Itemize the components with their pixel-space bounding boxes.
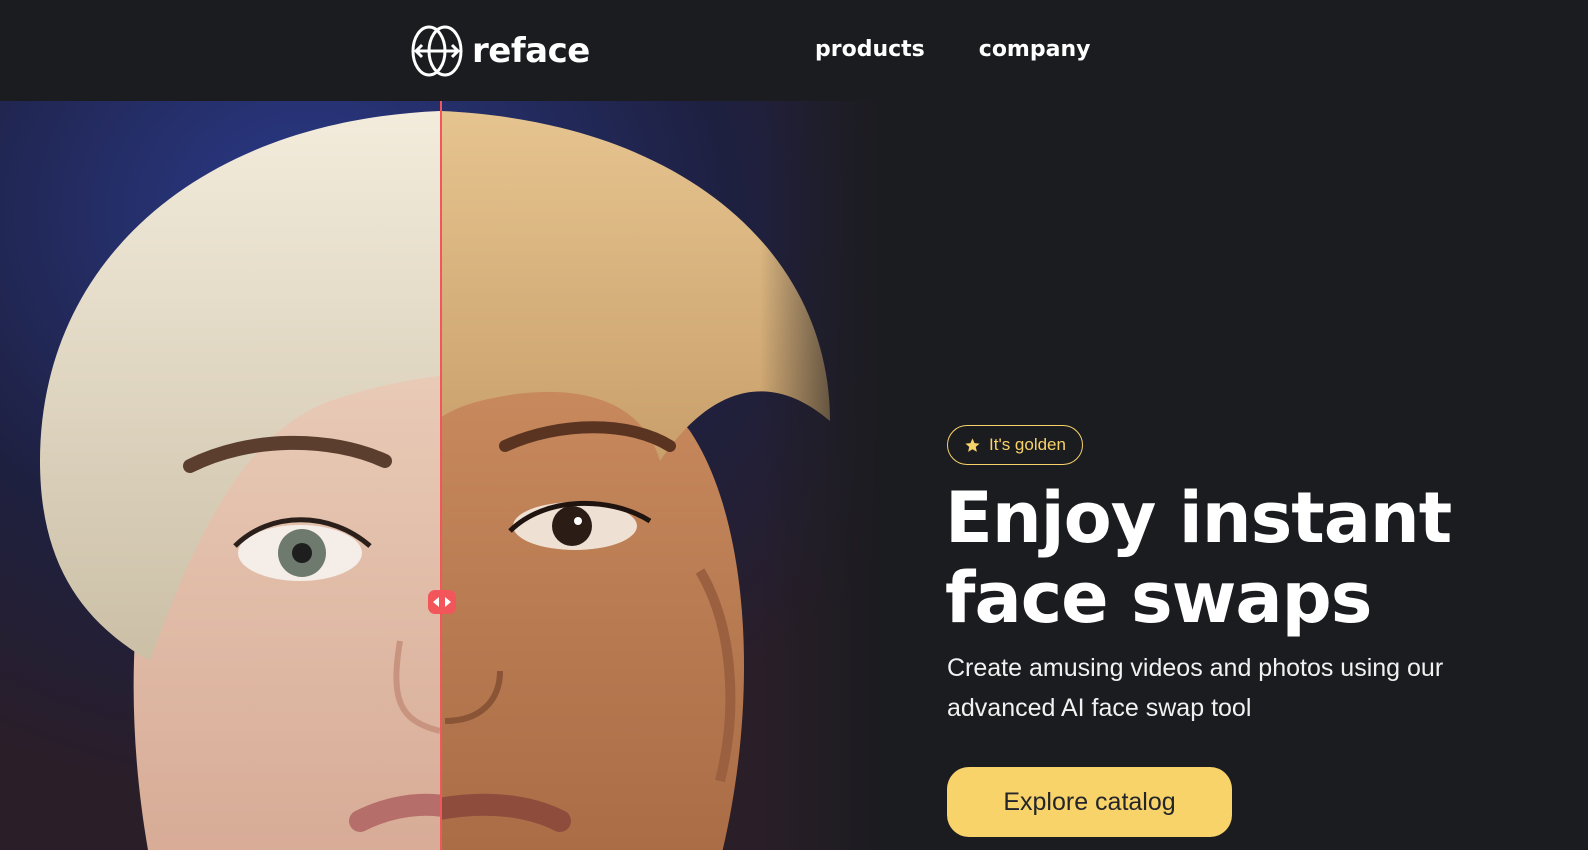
explore-catalog-button[interactable]: Explore catalog (947, 767, 1232, 837)
badge-label: It's golden (989, 435, 1066, 454)
headline-line-2: face swaps (945, 557, 1372, 639)
main-nav: products company (815, 37, 1090, 62)
comparison-slider-handle[interactable] (428, 590, 456, 614)
nav-company[interactable]: company (979, 37, 1091, 62)
hero-headline: Enjoy instant face swaps (945, 478, 1585, 638)
comparison-divider[interactable] (440, 101, 442, 850)
logo-wordmark: reface (472, 31, 590, 71)
nav-products[interactable]: products (815, 37, 925, 62)
golden-badge: It's golden (947, 425, 1083, 465)
drag-arrows-icon (433, 597, 451, 607)
headline-line-1: Enjoy instant (945, 477, 1452, 559)
hero-subtitle: Create amusing videos and photos using o… (947, 654, 1444, 722)
star-icon (965, 437, 980, 452)
top-navigation: reface products company (0, 0, 1588, 101)
face-swap-comparison[interactable] (0, 101, 880, 850)
reface-logo[interactable]: reface (410, 25, 590, 77)
reface-logo-icon (411, 25, 463, 77)
image-edge-fade (760, 101, 880, 850)
